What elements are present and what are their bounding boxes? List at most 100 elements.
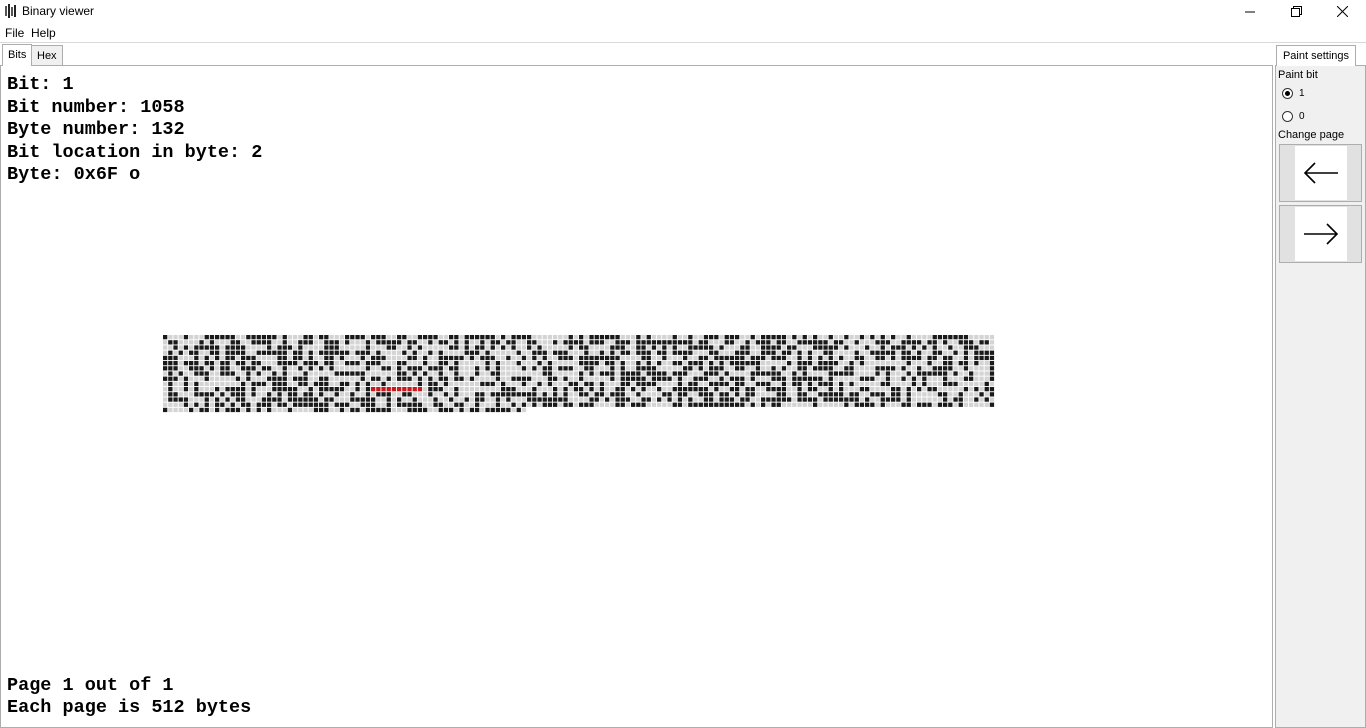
bit-cell[interactable] xyxy=(880,402,885,407)
bit-cell[interactable] xyxy=(485,376,490,381)
bit-cell[interactable] xyxy=(776,381,781,387)
bit-cell[interactable] xyxy=(735,350,740,355)
bit-cell[interactable] xyxy=(672,402,677,407)
bit-cell[interactable] xyxy=(875,376,880,381)
radio-button-checked[interactable] xyxy=(1282,88,1293,99)
bit-cell[interactable] xyxy=(662,355,667,361)
bit-cell[interactable] xyxy=(901,366,906,371)
bit-cell[interactable] xyxy=(360,335,365,340)
bit-cell[interactable] xyxy=(189,376,194,381)
bit-cell[interactable] xyxy=(662,371,667,376)
bit-cell[interactable] xyxy=(282,350,287,355)
bit-cell[interactable] xyxy=(558,340,563,345)
bit-cell[interactable] xyxy=(386,381,391,387)
bit-cell[interactable] xyxy=(178,407,183,413)
bit-cell[interactable] xyxy=(355,387,360,392)
bit-cell[interactable] xyxy=(199,387,204,392)
bit-cell[interactable] xyxy=(464,371,469,376)
bit-cell[interactable] xyxy=(683,387,688,392)
bit-cell[interactable] xyxy=(917,340,922,345)
bit-cell[interactable] xyxy=(360,402,365,407)
bit-cell[interactable] xyxy=(667,361,672,366)
bit-cell[interactable] xyxy=(334,371,339,376)
bit-cell[interactable] xyxy=(558,366,563,371)
bit-cell[interactable] xyxy=(937,366,943,371)
bit-cell[interactable] xyxy=(709,355,714,361)
bit-cell[interactable] xyxy=(303,361,308,366)
bit-cell[interactable] xyxy=(459,376,464,381)
bit-cell[interactable] xyxy=(911,340,917,345)
bit-cell[interactable] xyxy=(833,345,839,350)
bit-cell[interactable] xyxy=(173,407,178,413)
bit-cell[interactable] xyxy=(277,397,282,402)
bit-cell[interactable] xyxy=(256,397,261,402)
bit-cell[interactable] xyxy=(703,397,709,402)
bit-cell[interactable] xyxy=(329,350,334,355)
bit-cell[interactable] xyxy=(365,355,371,361)
bit-cell[interactable] xyxy=(735,335,740,340)
bit-cell[interactable] xyxy=(761,366,766,371)
bit-cell[interactable] xyxy=(849,345,854,350)
bit-cell[interactable] xyxy=(485,355,490,361)
bit-cell[interactable] xyxy=(475,355,480,361)
bit-cell[interactable] xyxy=(865,355,870,361)
bit-cell[interactable] xyxy=(173,335,178,340)
bit-cell[interactable] xyxy=(594,371,599,376)
bit-cell[interactable] xyxy=(870,350,875,355)
bit-cell[interactable] xyxy=(896,350,901,355)
bit-cell[interactable] xyxy=(261,366,267,371)
bit-cell[interactable] xyxy=(537,381,542,387)
bit-cell[interactable] xyxy=(209,392,215,397)
bit-cell[interactable] xyxy=(974,371,979,376)
bit-cell[interactable] xyxy=(937,371,943,376)
bit-cell[interactable] xyxy=(449,366,454,371)
bit-cell[interactable] xyxy=(303,376,308,381)
bit-cell[interactable] xyxy=(339,335,345,340)
bit-cell[interactable] xyxy=(771,392,776,397)
bit-cell[interactable] xyxy=(272,387,277,392)
bit-cell[interactable] xyxy=(776,366,781,371)
bit-cell[interactable] xyxy=(605,387,610,392)
bit-cell[interactable] xyxy=(683,335,688,340)
bit-cell[interactable] xyxy=(475,366,480,371)
bit-cell[interactable] xyxy=(922,345,927,350)
bit-cell[interactable] xyxy=(251,392,256,397)
bit-cell[interactable] xyxy=(173,387,178,392)
bit-cell[interactable] xyxy=(412,345,417,350)
bit-cell[interactable] xyxy=(527,350,532,355)
bit-cell[interactable] xyxy=(402,340,407,345)
bit-cell[interactable] xyxy=(272,340,277,345)
bit-cell[interactable] xyxy=(251,397,256,402)
bit-cell[interactable] xyxy=(303,350,308,355)
bit-cell[interactable] xyxy=(906,381,911,387)
bit-cell[interactable] xyxy=(636,335,641,340)
bit-cell[interactable] xyxy=(272,345,277,350)
bit-cell[interactable] xyxy=(397,366,402,371)
bit-cell[interactable] xyxy=(818,366,823,371)
bit-cell[interactable] xyxy=(412,355,417,361)
bit-cell[interactable] xyxy=(984,345,989,350)
bit-cell[interactable] xyxy=(948,371,953,376)
bit-cell[interactable] xyxy=(547,355,553,361)
bit-cell[interactable] xyxy=(183,345,189,350)
bit-cell[interactable] xyxy=(553,397,558,402)
bit-cell[interactable] xyxy=(204,355,209,361)
bit-cell[interactable] xyxy=(620,340,625,345)
bit-cell[interactable] xyxy=(209,402,215,407)
bit-cell[interactable] xyxy=(423,407,428,413)
bit-cell[interactable] xyxy=(360,376,365,381)
bit-cell[interactable] xyxy=(974,392,979,397)
bit-cell[interactable] xyxy=(719,366,724,371)
bit-cell[interactable] xyxy=(828,361,833,366)
bit-cell[interactable] xyxy=(449,355,454,361)
bit-cell[interactable] xyxy=(241,340,246,345)
bit-cell[interactable] xyxy=(443,371,449,376)
bit-cell[interactable] xyxy=(178,387,183,392)
bit-cell[interactable] xyxy=(906,366,911,371)
bit-cell[interactable] xyxy=(781,350,787,355)
bit-cell[interactable] xyxy=(428,387,433,392)
bit-cell[interactable] xyxy=(215,361,220,366)
bit-cell[interactable] xyxy=(475,376,480,381)
bit-cell[interactable] xyxy=(709,340,714,345)
bit-cell[interactable] xyxy=(579,402,584,407)
